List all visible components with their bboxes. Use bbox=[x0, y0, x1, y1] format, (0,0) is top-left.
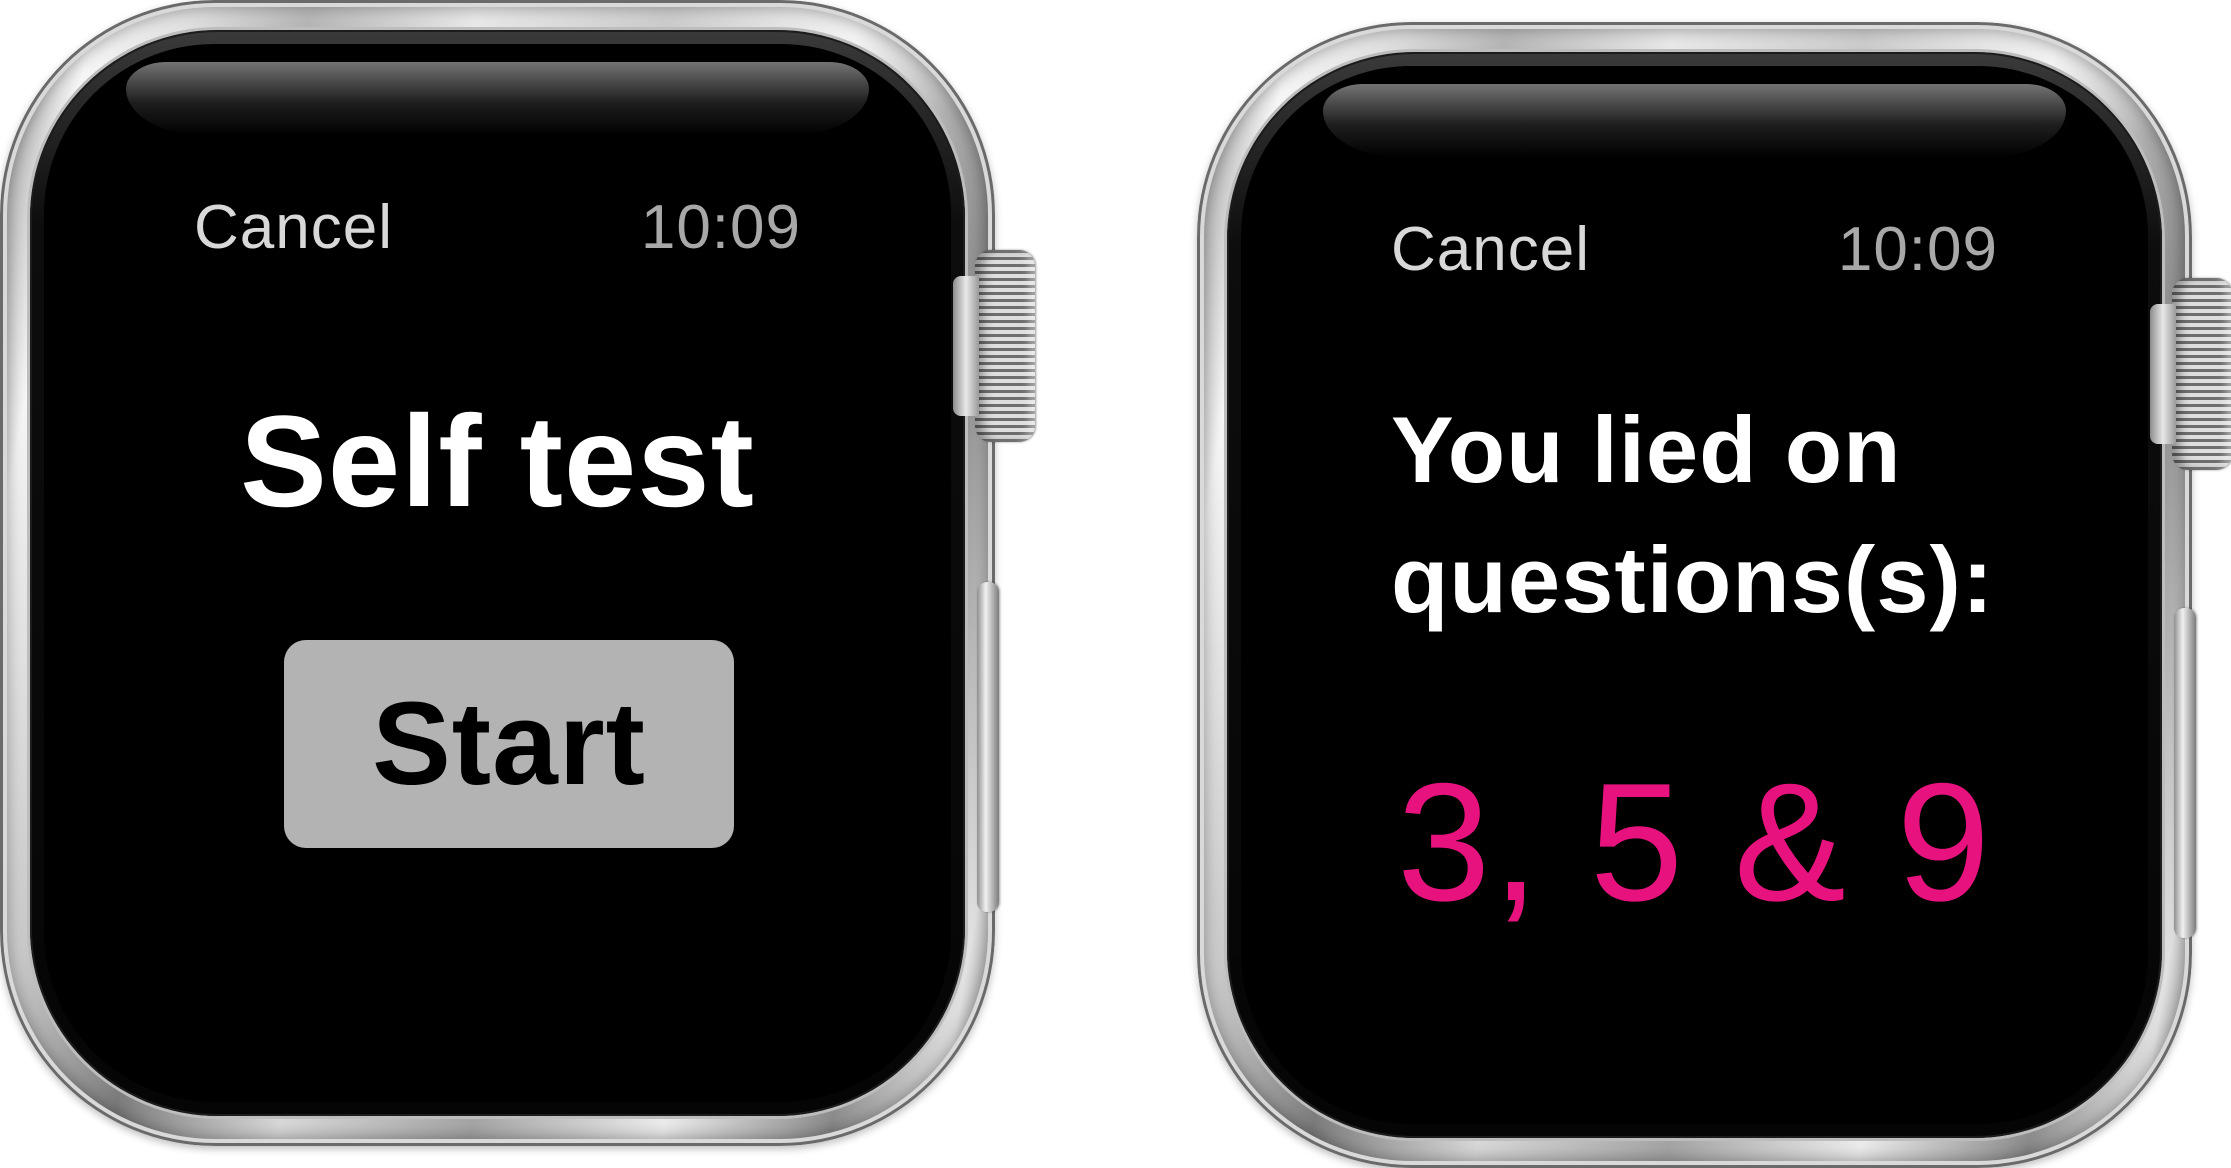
cancel-button[interactable]: Cancel bbox=[194, 192, 393, 263]
clock-time: 10:09 bbox=[1837, 215, 1998, 284]
side-button[interactable] bbox=[977, 582, 999, 912]
digital-crown[interactable] bbox=[953, 250, 1035, 442]
watch-left: Cancel 10:09 Self test Start bbox=[0, 0, 995, 1146]
clock-time: 10:09 bbox=[640, 193, 801, 262]
lied-question-numbers: 3, 5 & 9 bbox=[1396, 748, 1993, 936]
watch-right: Cancel 10:09 You lied on questions(s): 3… bbox=[1197, 22, 2192, 1168]
cancel-button[interactable]: Cancel bbox=[1391, 214, 1590, 285]
start-button[interactable]: Start bbox=[284, 640, 734, 848]
digital-crown[interactable] bbox=[2150, 278, 2231, 470]
side-button[interactable] bbox=[2174, 608, 2196, 938]
status-bar: Cancel 10:09 bbox=[1241, 214, 2148, 284]
watch-screen-self-test: Cancel 10:09 Self test Start bbox=[44, 44, 951, 1102]
watch-screen-result: Cancel 10:09 You lied on questions(s): 3… bbox=[1241, 66, 2148, 1124]
glass-reflection bbox=[1323, 84, 2066, 158]
screen-title: Self test bbox=[240, 388, 755, 534]
watch-bezel: Cancel 10:09 You lied on questions(s): 3… bbox=[1227, 52, 2162, 1138]
result-message-line-2: questions(s): bbox=[1391, 527, 1995, 632]
watch-bezel: Cancel 10:09 Self test Start bbox=[30, 30, 965, 1116]
status-bar: Cancel 10:09 bbox=[44, 192, 951, 262]
glass-reflection bbox=[126, 62, 869, 136]
result-message-line-1: You lied on bbox=[1391, 397, 1902, 502]
